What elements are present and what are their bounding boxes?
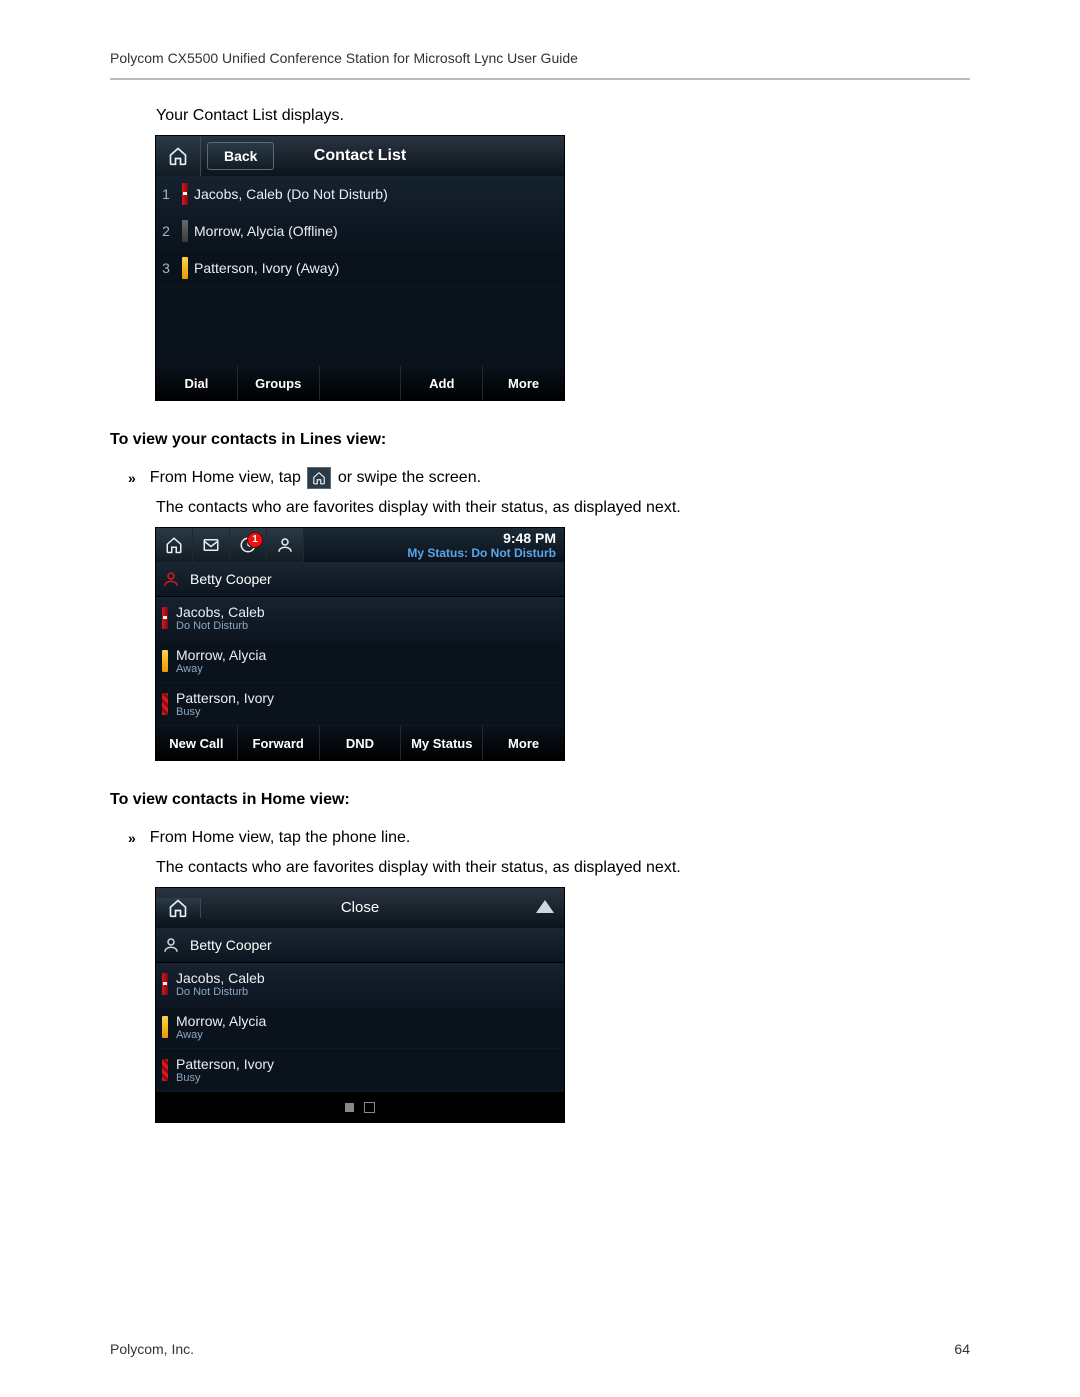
page-indicator xyxy=(156,1092,564,1122)
close-label[interactable]: Close xyxy=(156,888,564,928)
messages-icon[interactable] xyxy=(193,528,230,562)
footer-page: 64 xyxy=(954,1341,970,1357)
intro-text: Your Contact List displays. xyxy=(156,104,970,128)
presence-dnd-icon xyxy=(162,607,168,629)
page-dot xyxy=(364,1102,375,1113)
back-button[interactable]: Back xyxy=(207,142,274,170)
line-user-row[interactable]: Betty Cooper xyxy=(156,928,564,963)
my-status-label: My Status: Do Not Disturb xyxy=(407,546,556,560)
contact-name: Morrow, Alycia (Offline) xyxy=(194,223,564,239)
presence-busy-icon xyxy=(162,1059,168,1081)
row-index: 3 xyxy=(156,260,176,276)
line-user-row[interactable]: Betty Cooper xyxy=(156,562,564,597)
presence-away-icon xyxy=(162,650,168,672)
fav-name: Morrow, Alycia xyxy=(174,647,266,663)
doc-header: Polycom CX5500 Unified Conference Statio… xyxy=(110,50,970,66)
contact-row[interactable]: 2 Morrow, Alycia (Offline) xyxy=(156,213,564,250)
home-icon-inline xyxy=(307,467,331,489)
page-dot-active xyxy=(345,1103,354,1112)
favorite-row[interactable]: Patterson, Ivory Busy xyxy=(156,1049,564,1092)
contact-row[interactable]: 3 Patterson, Ivory (Away) xyxy=(156,250,564,287)
recent-calls-icon[interactable]: 1 xyxy=(230,528,267,562)
fav-name: Jacobs, Caleb xyxy=(174,604,265,620)
screenshot-home-view: Close Betty Cooper Jacobs, Caleb Do Not … xyxy=(156,888,564,1122)
fav-name: Jacobs, Caleb xyxy=(174,970,265,986)
fav-status: Busy xyxy=(174,1072,274,1084)
favorite-row[interactable]: Jacobs, Caleb Do Not Disturb xyxy=(156,963,564,1006)
footer-company: Polycom, Inc. xyxy=(110,1341,194,1357)
fav-status: Do Not Disturb xyxy=(174,986,265,998)
contact-name: Jacobs, Caleb (Do Not Disturb) xyxy=(194,186,564,202)
screenshot-contact-list: Back Contact List 1 Jacobs, Caleb (Do No… xyxy=(156,136,564,400)
softkey-empty xyxy=(320,366,402,400)
line-user-name: Betty Cooper xyxy=(190,571,272,587)
section-heading-home: To view contacts in Home view: xyxy=(110,788,970,812)
softkey-mystatus[interactable]: My Status xyxy=(401,726,483,760)
screenshot-lines-view: 1 9:48 PM My Status: Do Not Disturb Bett… xyxy=(156,528,564,760)
home-icon[interactable] xyxy=(156,136,201,176)
softkey-newcall[interactable]: New Call xyxy=(156,726,238,760)
bullet-text-2: From Home view, tap the phone line. xyxy=(150,826,411,850)
favorite-row[interactable]: Jacobs, Caleb Do Not Disturb xyxy=(156,597,564,640)
softkey-groups[interactable]: Groups xyxy=(238,366,320,400)
contact-name: Patterson, Ivory (Away) xyxy=(194,260,564,276)
softkey-more[interactable]: More xyxy=(483,726,564,760)
home-icon[interactable] xyxy=(156,528,193,562)
bullet-glyph: » xyxy=(128,826,136,850)
presence-dnd-icon xyxy=(162,973,168,995)
fav-status: Away xyxy=(174,1029,266,1041)
softkey-dnd[interactable]: DND xyxy=(320,726,402,760)
header-rule xyxy=(110,78,970,80)
softkey-add[interactable]: Add xyxy=(401,366,483,400)
presence-dnd-icon xyxy=(182,183,188,205)
presence-offline-icon xyxy=(182,220,188,242)
contact-row[interactable]: 1 Jacobs, Caleb (Do Not Disturb) xyxy=(156,176,564,213)
fav-status: Busy xyxy=(174,706,274,718)
fav-name: Morrow, Alycia xyxy=(174,1013,266,1029)
softkey-dial[interactable]: Dial xyxy=(156,366,238,400)
favorite-row[interactable]: Patterson, Ivory Busy xyxy=(156,683,564,726)
para-favorites-2: The contacts who are favorites display w… xyxy=(156,856,970,880)
line-user-name: Betty Cooper xyxy=(190,937,272,953)
presence-busy-icon xyxy=(162,693,168,715)
caret-up-icon[interactable] xyxy=(536,900,554,913)
bullet-text: From Home view, tap or swipe the screen. xyxy=(150,466,481,490)
fav-status: Do Not Disturb xyxy=(174,620,265,632)
contacts-icon[interactable] xyxy=(267,528,304,562)
softkey-forward[interactable]: Forward xyxy=(238,726,320,760)
clock-label: 9:48 PM xyxy=(407,530,556,546)
badge-count: 1 xyxy=(247,532,263,548)
bullet-glyph: » xyxy=(128,466,136,490)
fav-name: Patterson, Ivory xyxy=(174,690,274,706)
presence-away-icon xyxy=(162,1016,168,1038)
row-index: 2 xyxy=(156,223,176,239)
section-heading-lines: To view your contacts in Lines view: xyxy=(110,428,970,452)
presence-away-icon xyxy=(182,257,188,279)
favorite-row[interactable]: Morrow, Alycia Away xyxy=(156,1006,564,1049)
fav-status: Away xyxy=(174,663,266,675)
row-index: 1 xyxy=(156,186,176,202)
favorite-row[interactable]: Morrow, Alycia Away xyxy=(156,640,564,683)
softkey-more[interactable]: More xyxy=(483,366,564,400)
fav-name: Patterson, Ivory xyxy=(174,1056,274,1072)
para-favorites-1: The contacts who are favorites display w… xyxy=(156,496,970,520)
